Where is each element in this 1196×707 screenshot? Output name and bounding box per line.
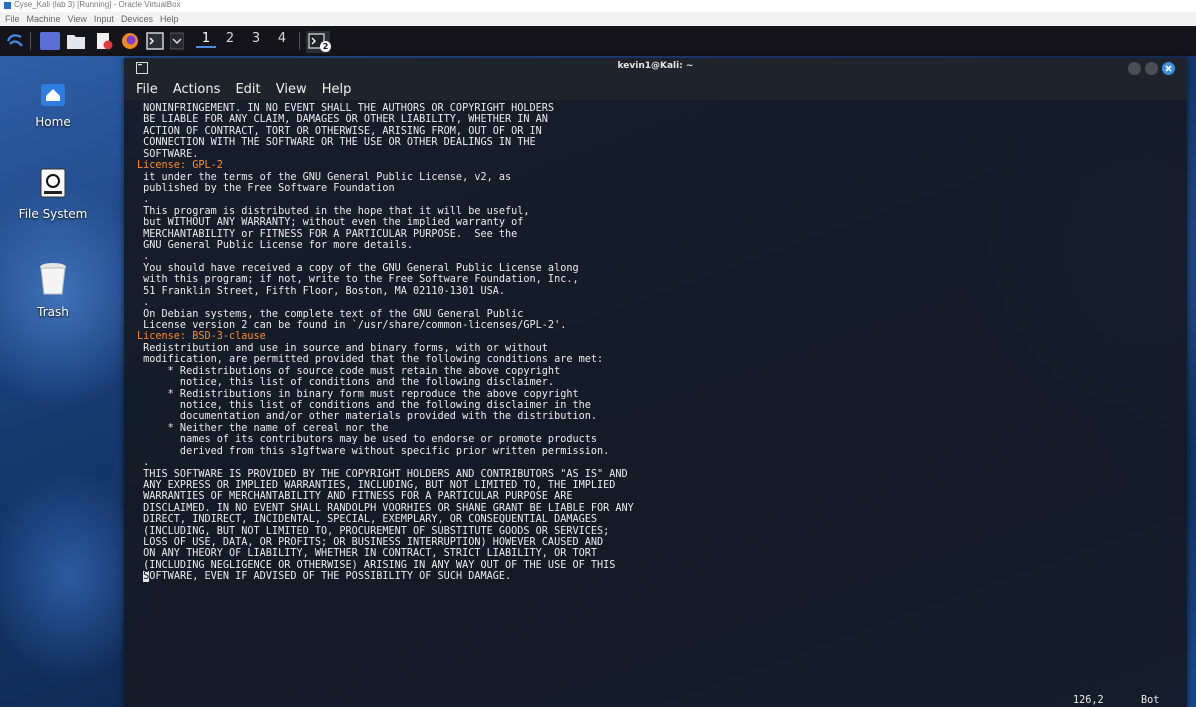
- terminal-line: BE LIABLE FOR ANY CLAIM, DAMAGES OR OTHE…: [137, 114, 548, 126]
- terminal-window[interactable]: kevin1@Kali: ~ File Actions Edit View He…: [124, 58, 1187, 707]
- license-heading: License: GPL-2: [137, 160, 223, 172]
- vbox-menu-devices[interactable]: Devices: [121, 14, 153, 24]
- desktop-icon-file-system[interactable]: File System: [18, 168, 88, 221]
- terminal-line: You should have received a copy of the G…: [137, 262, 579, 274]
- workspace-2[interactable]: 2: [220, 31, 240, 46]
- desktop-icon-label: Trash: [37, 305, 69, 319]
- vbox-menu-file[interactable]: File: [5, 14, 20, 24]
- terminal-line: ACTION OF CONTRACT, TORT OR OTHERWISE, A…: [137, 125, 542, 137]
- terminal-title-bar[interactable]: kevin1@Kali: ~: [124, 58, 1187, 78]
- terminal-line: .: [137, 297, 150, 309]
- vbox-menu-help[interactable]: Help: [160, 14, 179, 24]
- terminal-line: SOFTWARE.: [137, 148, 199, 160]
- text-editor-icon[interactable]: [94, 32, 114, 50]
- minimize-button[interactable]: [1128, 62, 1141, 75]
- desktop-icon-label: File System: [18, 207, 88, 221]
- terminal-line: but WITHOUT ANY WARRANTY; without even t…: [137, 217, 524, 229]
- terminal-line: names of its contributors may be used to…: [137, 434, 598, 446]
- terminal-line: derived from this s1gftware without spec…: [137, 445, 610, 457]
- terminal-line: * Redistributions in binary form must re…: [137, 388, 579, 400]
- terminal-line: (INCLUDING, BUT NOT LIMITED TO, PROCUREM…: [137, 525, 610, 537]
- terminal-line-cursor: SOFTWARE, EVEN IF ADVISED OF THE POSSIBI…: [143, 571, 512, 583]
- terminal-line: LOSS OF USE, DATA, OR PROFITS; OR BUSINE…: [137, 537, 604, 549]
- show-desktop-icon[interactable]: [40, 32, 60, 50]
- terminal-line: On Debian systems, the complete text of …: [137, 308, 524, 320]
- trash-icon: [40, 263, 66, 295]
- terminal-line: THIS SOFTWARE IS PROVIDED BY THE COPYRIG…: [137, 468, 628, 480]
- workspace-3[interactable]: 3: [246, 31, 266, 46]
- terminal-menu-edit[interactable]: Edit: [235, 79, 260, 101]
- vbox-menu-bar: File Machine View Input Devices Help: [0, 12, 1196, 26]
- terminal-line: (INCLUDING NEGLIGENCE OR OTHERWISE) ARIS…: [137, 559, 616, 571]
- panel-separator: [30, 32, 31, 50]
- terminal-line: it under the terms of the GNU General Pu…: [137, 171, 512, 183]
- vbox-window-title: Cyse_Kali (lab 3) [Running] - Oracle Vir…: [14, 0, 181, 9]
- terminal-line: published by the Free Software Foundatio…: [137, 182, 395, 194]
- terminal-count-badge: 2: [320, 41, 331, 52]
- terminal-line: MERCHANTABILITY or FITNESS FOR A PARTICU…: [137, 228, 518, 240]
- terminal-line: * Redistributions of source code must re…: [137, 365, 561, 377]
- chevron-down-icon[interactable]: [170, 32, 184, 50]
- terminal-line: DISCLAIMED. IN NO EVENT SHALL RANDOLPH V…: [137, 502, 634, 514]
- terminal-line: License version 2 can be found in `/usr/…: [137, 320, 567, 332]
- maximize-button[interactable]: [1145, 62, 1158, 75]
- virtualbox-icon: [4, 2, 11, 9]
- vbox-menu-view[interactable]: View: [68, 14, 87, 24]
- terminal-menu-actions[interactable]: Actions: [173, 79, 221, 101]
- license-heading: License: BSD-3-clause: [137, 331, 266, 343]
- vbox-menu-input[interactable]: Input: [94, 14, 114, 24]
- drive-icon: [40, 168, 66, 198]
- terminal-line: 51 Franklin Street, Fifth Floor, Boston,…: [137, 285, 506, 297]
- terminal-line: .: [137, 251, 150, 263]
- panel-separator: [299, 32, 300, 50]
- terminal-line: modification, are permitted provided tha…: [137, 354, 604, 366]
- terminal-line: WARRANTIES OF MERCHANTABILITY AND FITNES…: [137, 491, 573, 503]
- pager-scroll-indicator: Bot: [1141, 695, 1160, 706]
- pager-position: 126,2: [1073, 695, 1104, 706]
- terminal-line: ANY EXPRESS OR IMPLIED WARRANTIES, INCLU…: [137, 479, 616, 491]
- terminal-menu-bar: File Actions Edit View Help: [124, 78, 1187, 100]
- terminal-line: NONINFRINGEMENT. IN NO EVENT SHALL THE A…: [137, 103, 555, 114]
- terminal-line: DIRECT, INDIRECT, INCIDENTAL, SPECIAL, E…: [137, 514, 598, 526]
- terminal-menu-help[interactable]: Help: [322, 79, 352, 101]
- terminal-menu-file[interactable]: File: [136, 79, 158, 101]
- terminal-title: kevin1@Kali: ~: [617, 61, 694, 71]
- terminal-line: with this program; if not, write to the …: [137, 274, 579, 286]
- desktop-icon-home[interactable]: Home: [18, 84, 88, 129]
- firefox-icon[interactable]: [120, 32, 140, 50]
- desktop-icon-label: Home: [35, 115, 71, 129]
- file-manager-icon[interactable]: [66, 32, 86, 50]
- home-icon: [41, 84, 65, 106]
- terminal-line: notice, this list of conditions and the …: [137, 399, 591, 411]
- text-cursor: S: [143, 571, 150, 583]
- terminal-line: ON ANY THEORY OF LIABILITY, WHETHER IN C…: [137, 548, 598, 560]
- terminal-menu-view[interactable]: View: [276, 79, 307, 101]
- terminal-launcher-icon[interactable]: [146, 32, 164, 50]
- workspace-1[interactable]: 1: [196, 31, 216, 48]
- workspace-4[interactable]: 4: [272, 31, 292, 46]
- terminal-line: documentation and/or other materials pro…: [137, 411, 598, 423]
- terminal-line: notice, this list of conditions and the …: [137, 377, 555, 389]
- vbox-title-bar: Cyse_Kali (lab 3) [Running] - Oracle Vir…: [0, 0, 1196, 12]
- terminal-line: * Neither the name of cereal nor the: [137, 422, 389, 434]
- close-button[interactable]: [1162, 62, 1175, 75]
- terminal-line: GNU General Public License for more deta…: [137, 240, 414, 252]
- desktop-icon-trash[interactable]: Trash: [18, 262, 88, 319]
- kali-top-panel: 1 2 3 4 2: [0, 26, 1196, 56]
- vbox-menu-machine[interactable]: Machine: [27, 14, 61, 24]
- taskbar-terminal-button[interactable]: 2: [306, 31, 331, 53]
- terminal-line: This program is distributed in the hope …: [137, 205, 530, 217]
- terminal-line: CONNECTION WITH THE SOFTWARE OR THE USE …: [137, 137, 536, 149]
- kali-menu-icon[interactable]: [6, 32, 24, 50]
- close-icon: [1165, 65, 1172, 72]
- terminal-line: .: [137, 194, 150, 206]
- terminal-line: Redistribution and use in source and bin…: [137, 342, 548, 354]
- terminal-output[interactable]: NONINFRINGEMENT. IN NO EVENT SHALL THE A…: [137, 103, 1177, 693]
- terminal-line: .: [137, 457, 150, 469]
